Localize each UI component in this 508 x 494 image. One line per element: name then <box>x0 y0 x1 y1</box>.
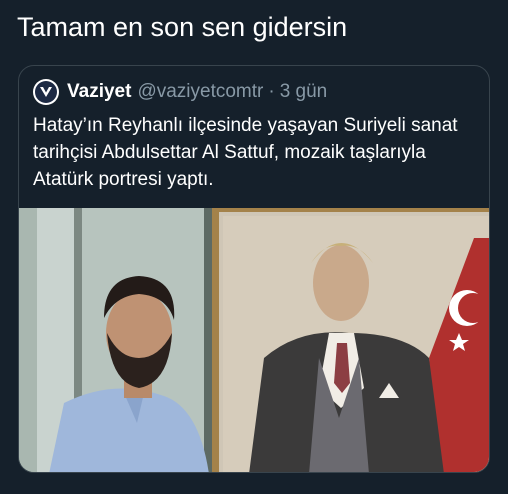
quoted-tweet-photo[interactable] <box>19 208 489 472</box>
vaziyet-logo-icon[interactable] <box>33 79 59 105</box>
quoted-tweet-card[interactable]: Vaziyet @vaziyetcomtr · 3 gün Hatay’ın R… <box>18 65 490 473</box>
tweet-text: Tamam en son sen gidersin <box>17 12 348 42</box>
quoted-handle[interactable]: @vaziyetcomtr <box>137 81 263 103</box>
header-separator: · <box>268 81 275 102</box>
quoted-tweet-body: Hatay’ın Reyhanlı ilçesinde yaşayan Suri… <box>33 115 458 190</box>
quoted-display-name[interactable]: Vaziyet <box>67 81 131 103</box>
quoted-timestamp[interactable]: 3 gün <box>280 81 328 103</box>
quoted-tweet-header: Vaziyet @vaziyetcomtr · 3 gün <box>33 78 327 106</box>
